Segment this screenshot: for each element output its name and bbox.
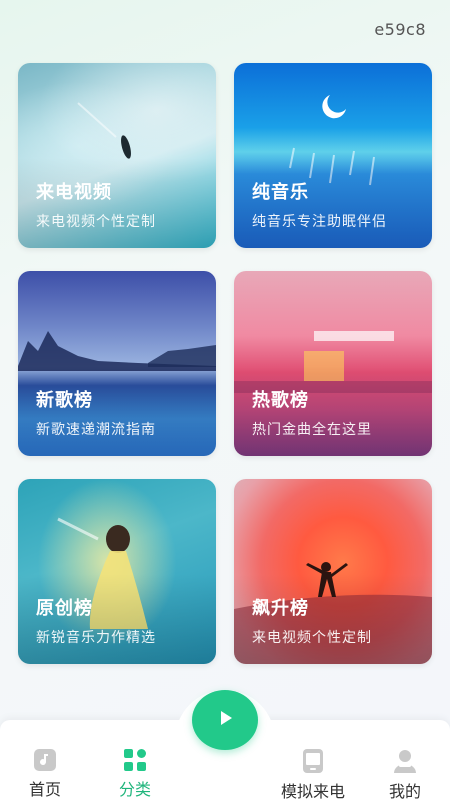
header-code: e59c8 — [374, 20, 426, 39]
card-subtitle: 来电视频个性定制 — [36, 214, 156, 230]
category-grid-icon — [122, 748, 148, 772]
nav-label: 首页 — [28, 780, 61, 799]
card-caller-video[interactable]: 来电视频 来电视频个性定制 — [18, 63, 216, 248]
card-pure-music[interactable]: 纯音乐 纯音乐专注助眠伴侣 — [234, 63, 432, 248]
card-new-songs[interactable]: 新歌榜 新歌速递潮流指南 — [18, 271, 216, 456]
nav-label: 分类 — [118, 780, 151, 799]
category-grid: 来电视频 来电视频个性定制 纯音乐 纯音乐专注助眠伴侣 新歌榜 新歌速递潮流指南… — [18, 63, 432, 664]
play-icon — [212, 705, 238, 735]
card-title: 飙升榜 — [252, 598, 309, 619]
card-hot-songs[interactable]: 热歌榜 热门金曲全在这里 — [234, 271, 432, 456]
card-title: 纯音乐 — [252, 182, 309, 203]
nav-item-category[interactable]: 分类 — [100, 748, 170, 800]
card-subtitle: 新锐音乐力作精选 — [36, 630, 156, 646]
card-title: 来电视频 — [36, 182, 112, 203]
nav-item-mock-call[interactable]: 模拟来电 — [278, 748, 348, 800]
card-title: 新歌榜 — [36, 390, 93, 411]
card-subtitle: 新歌速递潮流指南 — [36, 422, 156, 438]
card-title: 原创榜 — [36, 598, 93, 619]
user-icon — [392, 748, 418, 774]
card-rising[interactable]: 飙升榜 来电视频个性定制 — [234, 479, 432, 664]
play-button[interactable] — [192, 690, 258, 750]
nav-item-home[interactable]: 首页 — [10, 748, 80, 800]
phone-device-icon — [300, 748, 326, 774]
card-original[interactable]: 原创榜 新锐音乐力作精选 — [18, 479, 216, 664]
nav-label: 我的 — [388, 782, 421, 800]
card-subtitle: 热门金曲全在这里 — [252, 422, 372, 438]
card-title: 热歌榜 — [252, 390, 309, 411]
card-subtitle: 纯音乐专注助眠伴侣 — [252, 214, 387, 230]
card-subtitle: 来电视频个性定制 — [252, 630, 372, 646]
nav-label: 模拟来电 — [280, 782, 345, 800]
nav-item-mine[interactable]: 我的 — [370, 748, 440, 800]
music-note-icon — [32, 748, 58, 772]
